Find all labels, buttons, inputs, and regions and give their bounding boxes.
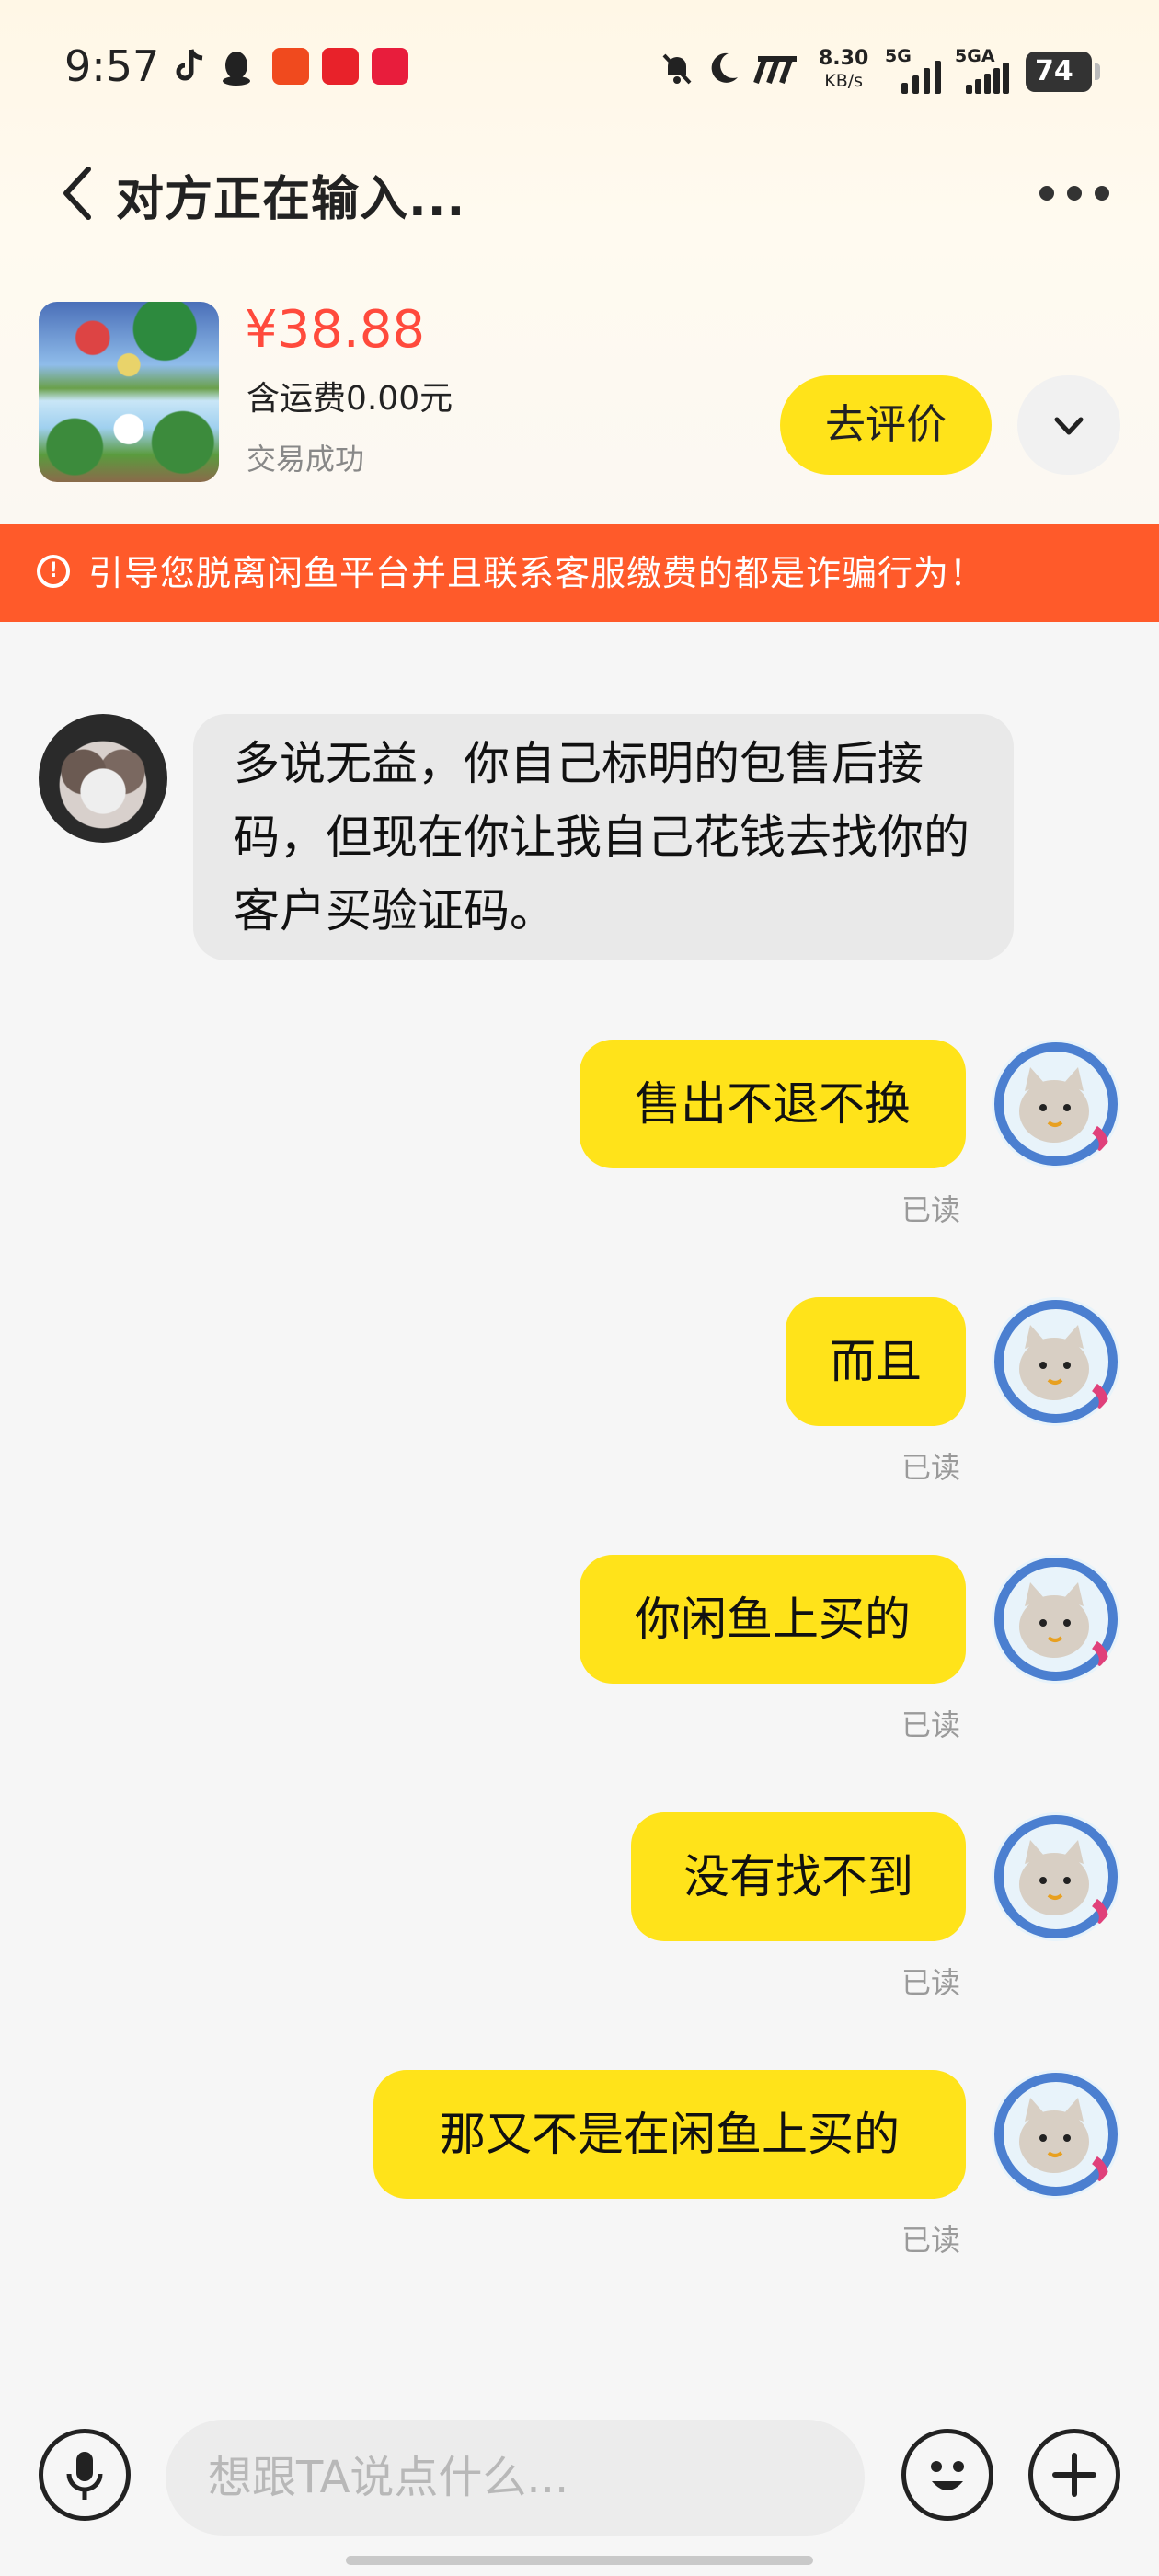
red-app-icon (372, 48, 408, 85)
order-status: 交易成功 (247, 442, 365, 477)
chat-title: 对方正在输入... (116, 172, 466, 227)
my-avatar[interactable] (992, 2070, 1120, 2199)
message-bubble-outgoing: 而且 (786, 1297, 966, 1426)
message-bubble-outgoing: 你闲鱼上买的 (580, 1555, 966, 1684)
home-indicator[interactable] (346, 2556, 813, 2565)
my-avatar[interactable] (992, 1297, 1120, 1426)
network-speed-unit: KB/s (824, 71, 864, 91)
status-time: 9:57 (64, 41, 160, 91)
microphone-icon (66, 2452, 103, 2500)
message-bubble-outgoing: 那又不是在闲鱼上买的 (373, 2070, 966, 2199)
read-receipt: 已读 (901, 1450, 961, 1485)
rate-button[interactable]: 去评价 (780, 375, 992, 475)
expand-button[interactable] (1017, 375, 1120, 475)
more-options-icon[interactable] (1039, 186, 1109, 202)
mute-bell-icon (659, 50, 695, 86)
read-receipt: 已读 (901, 2223, 961, 2258)
plus-icon (1052, 2453, 1096, 2497)
read-receipt: 已读 (901, 1708, 961, 1742)
signal-2-bars (966, 57, 1016, 94)
more-actions-button[interactable] (1028, 2429, 1120, 2521)
alert-icon: ! (37, 555, 70, 588)
message-input[interactable]: 想跟TA说点什么... (166, 2420, 865, 2536)
g-app-icon (322, 48, 359, 85)
tiktok-icon (175, 48, 206, 85)
fraud-warning-banner: ! 引导您脱离闲鱼平台并且联系客服缴费的都是诈骗行为！ (0, 524, 1159, 622)
message-bubble-outgoing: 售出不退不换 (580, 1040, 966, 1168)
network-speed-value: 8.30 (819, 47, 869, 70)
mi-icon (752, 53, 804, 85)
smiley-icon (931, 2461, 964, 2490)
signal-1-bars (901, 57, 947, 94)
moon-icon (705, 50, 741, 86)
my-avatar[interactable] (992, 1040, 1120, 1168)
emoji-button[interactable] (901, 2429, 993, 2521)
other-user-avatar[interactable] (39, 714, 167, 843)
voice-input-button[interactable] (39, 2429, 131, 2521)
back-arrow-icon[interactable] (57, 164, 98, 223)
qq-icon (221, 50, 252, 86)
my-avatar[interactable] (992, 1812, 1120, 1941)
battery-indicator: 74 (1026, 52, 1100, 92)
read-receipt: 已读 (901, 1965, 961, 2000)
my-avatar[interactable] (992, 1555, 1120, 1684)
message-bubble-outgoing: 没有找不到 (631, 1812, 966, 1941)
fraud-warning-text: 引导您脱离闲鱼平台并且联系客服缴费的都是诈骗行为！ (88, 553, 986, 593)
shipping-info: 含运费0.00元 (247, 380, 453, 418)
product-price: ¥38.88 (245, 300, 425, 360)
product-thumbnail[interactable] (39, 302, 219, 482)
chevron-down-icon (1054, 417, 1084, 435)
network-speed: 8.30 KB/s (819, 48, 868, 92)
message-bubble-incoming: 多说无益，你自己标明的包售后接码，但现在你让我自己花钱去找你的客户买验证码。 (193, 714, 1014, 960)
read-receipt: 已读 (901, 1192, 961, 1227)
status-bar: 9:57 8.30 KB/s 5G 5GA 74 (0, 0, 1159, 138)
listen-app-icon (272, 48, 309, 85)
